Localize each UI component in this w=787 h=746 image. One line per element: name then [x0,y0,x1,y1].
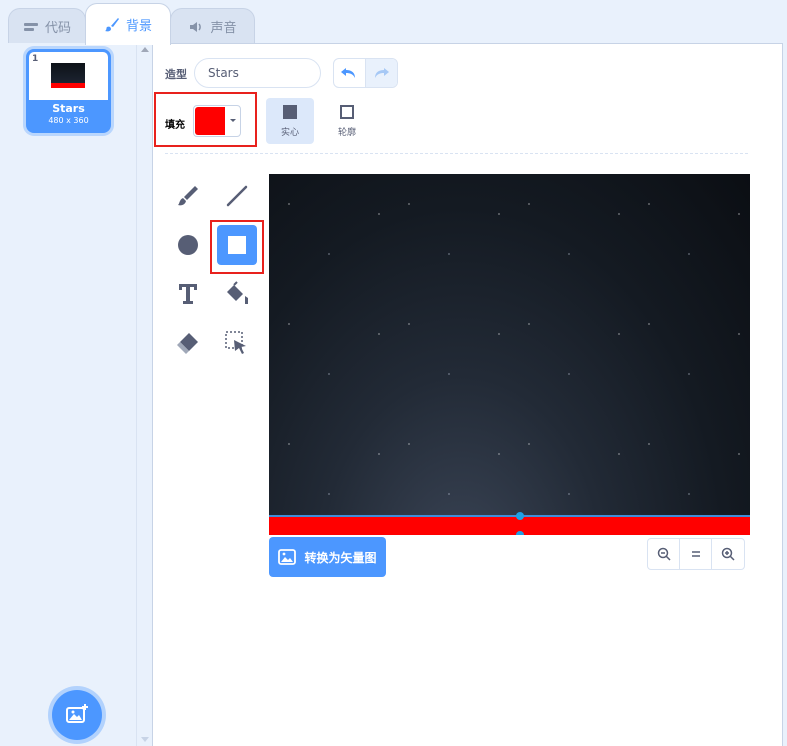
brush-icon [178,186,198,206]
undo-icon [341,68,356,78]
resize-handle-top[interactable] [516,512,524,520]
fill-label: 填充 [165,120,185,131]
caret-down-icon [230,119,236,122]
select-arrow-icon [225,331,246,354]
add-image-icon [66,704,88,723]
tab-backdrops-label: 背景 [125,19,152,34]
zoom-controls [647,538,745,570]
equals-icon [691,551,700,557]
backdrop-thumbnail [51,63,85,88]
select-tool[interactable] [217,323,257,363]
choose-backdrop-button[interactable] [52,690,102,740]
mode-outline-button[interactable]: 轮廓 [323,98,371,144]
zoom-in-icon [721,547,735,561]
backdrop-index: 1 [32,54,39,64]
backdrop-name: Stars [52,102,85,115]
backdrop-thumbnail-wrap: 1 [29,52,108,100]
line-tool[interactable] [217,176,257,216]
tab-backdrops[interactable]: 背景 [85,3,171,45]
circle-tool[interactable] [168,225,208,265]
text-tool[interactable] [168,274,208,314]
fill-color-swatch [195,107,225,135]
redo-icon [375,68,390,78]
backdrop-size: 480 x 360 [48,116,89,125]
scroll-up-arrow-icon[interactable] [141,47,149,52]
costume-name-input[interactable] [194,58,321,88]
zoom-out-icon [657,547,671,561]
paint-canvas[interactable] [269,174,750,535]
backdrop-list [0,43,137,746]
rectangle-tool[interactable] [217,225,257,265]
undo-redo-group [333,58,398,88]
tab-code-label: 代码 [44,21,71,36]
eraser-icon [177,333,198,354]
paint-bucket-icon [227,281,248,304]
toolbar-divider [165,153,748,154]
zoom-in-button[interactable] [712,539,744,569]
brush-tool[interactable] [168,176,208,216]
filled-square-icon [283,104,297,119]
rectangle-icon [228,236,246,254]
tab-bar: 代码 背景 声音 [0,0,787,45]
image-icon [278,549,297,565]
redo-button[interactable] [365,59,397,87]
scroll-down-arrow-icon[interactable] [141,737,149,742]
text-icon [179,284,197,304]
fill-color-picker[interactable] [193,105,241,137]
paint-editor: 造型 填充 实心 轮廓 [153,43,783,746]
eraser-tool[interactable] [168,323,208,363]
mode-solid-label: 实心 [280,127,299,138]
mode-outline-label: 轮廓 [337,127,356,138]
resize-handle-bottom[interactable] [516,531,524,535]
line-icon [226,185,248,207]
convert-to-vector-label: 转换为矢量图 [304,550,377,565]
red-rectangle-shape[interactable] [269,515,750,535]
undo-button[interactable] [334,59,366,87]
code-icon [23,22,38,31]
brush-icon [104,17,119,31]
circle-icon [178,235,198,255]
speaker-icon [190,21,202,32]
starfield-image [269,174,750,514]
fill-tool[interactable] [217,274,257,314]
tab-sounds[interactable]: 声音 [170,8,255,44]
outline-square-icon [340,104,354,119]
mode-solid-button[interactable]: 实心 [266,98,314,144]
zoom-reset-button[interactable] [680,539,712,569]
backdrop-list-scrollbar[interactable] [137,43,153,746]
tab-code[interactable]: 代码 [8,8,86,44]
tab-sounds-label: 声音 [210,21,237,36]
costume-name-label: 造型 [165,68,187,81]
zoom-out-button[interactable] [648,539,680,569]
backdrop-item-stars[interactable]: 1 Stars 480 x 360 [26,49,111,133]
convert-to-vector-button[interactable]: 转换为矢量图 [269,537,386,577]
